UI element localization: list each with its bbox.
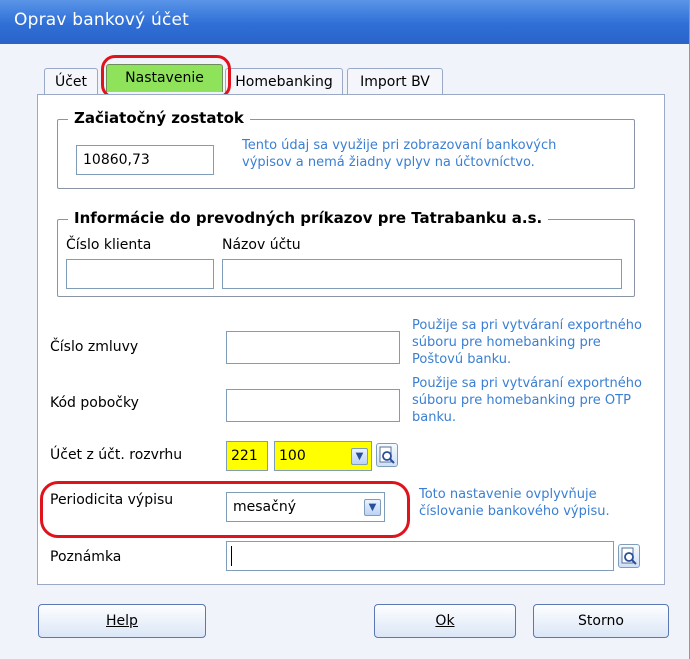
lookup-magnifier-icon[interactable] xyxy=(376,443,398,467)
contract-number-label: Číslo zmluvy xyxy=(50,339,139,355)
account-name-input[interactable] xyxy=(222,259,622,289)
client-number-input[interactable] xyxy=(66,259,214,289)
synthetic-account-input[interactable]: 221 xyxy=(226,441,268,471)
tab-label: Účet xyxy=(54,74,88,90)
hint-line: číslovanie bankového výpisu. xyxy=(419,504,610,519)
tab-ucet[interactable]: Účet xyxy=(44,68,98,94)
window-title: Oprav bankový účet xyxy=(14,10,190,30)
hint-line: Použije sa pri vytváraní exportného xyxy=(412,318,642,333)
contract-hint: Použije sa pri vytváraní exportného súbo… xyxy=(412,317,642,368)
hint-line: Poštovú banku. xyxy=(412,352,512,367)
tab-import-bv[interactable]: Import BV xyxy=(347,68,443,94)
hint-line: Toto nastavenie ovplyvňuje xyxy=(419,487,597,502)
note-label: Poznámka xyxy=(50,549,122,565)
periodicity-hint: Toto nastavenie ovplyvňuje číslovanie ba… xyxy=(419,486,610,520)
tab-label: Import BV xyxy=(360,74,430,90)
account-name-label: Názov účtu xyxy=(222,237,301,253)
opening-balance-legend: Začiatočný zostatok xyxy=(68,109,250,127)
hint-line: výpisov a nemá žiadny vplyv na účtovníct… xyxy=(242,155,535,170)
note-lookup-icon[interactable] xyxy=(618,544,640,568)
client-number-label: Číslo klienta xyxy=(66,237,152,253)
ok-button-label: Ok xyxy=(435,613,455,629)
hint-line: Tento údaj sa využije pri zobrazovaní ba… xyxy=(242,138,557,153)
periodicity-highlight-ring xyxy=(40,481,410,538)
analytic-account-value: 100 xyxy=(279,448,306,464)
text-caret xyxy=(231,546,232,566)
branch-code-input[interactable] xyxy=(226,389,400,422)
hint-line: súboru pre homebanking pre OTP xyxy=(412,393,631,408)
tab-homebanking[interactable]: Homebanking xyxy=(225,68,343,94)
opening-balance-hint: Tento údaj sa využije pri zobrazovaní ba… xyxy=(242,137,556,171)
tab-label: Homebanking xyxy=(235,74,333,90)
cancel-button-label: Storno xyxy=(578,613,624,629)
hint-line: súboru pre homebanking pre xyxy=(412,335,601,350)
help-button[interactable]: Help xyxy=(38,604,206,638)
tab-highlight-ring xyxy=(101,55,231,99)
help-button-label: Help xyxy=(106,613,138,629)
branch-hint: Použije sa pri vytváraní exportného súbo… xyxy=(412,375,642,426)
note-input[interactable] xyxy=(226,541,614,571)
opening-balance-input[interactable]: 10860,73 xyxy=(76,145,214,175)
hint-line: Použije sa pri vytváraní exportného xyxy=(412,376,642,391)
transfer-info-legend: Informácie do prevodných príkazov pre Ta… xyxy=(68,209,549,227)
ok-button[interactable]: Ok xyxy=(374,604,516,638)
account-chart-label: Účet z účt. rozvrhu xyxy=(50,447,183,463)
contract-number-input[interactable] xyxy=(226,331,400,364)
dialog-window: Oprav bankový účet Účet Nastavenie Homeb… xyxy=(0,0,690,659)
branch-code-label: Kód pobočky xyxy=(50,395,139,411)
cancel-button[interactable]: Storno xyxy=(533,604,669,638)
title-bar[interactable]: Oprav bankový účet xyxy=(0,0,689,44)
hint-line: banku. xyxy=(412,410,456,425)
chevron-down-icon[interactable]: ▼ xyxy=(351,448,368,465)
